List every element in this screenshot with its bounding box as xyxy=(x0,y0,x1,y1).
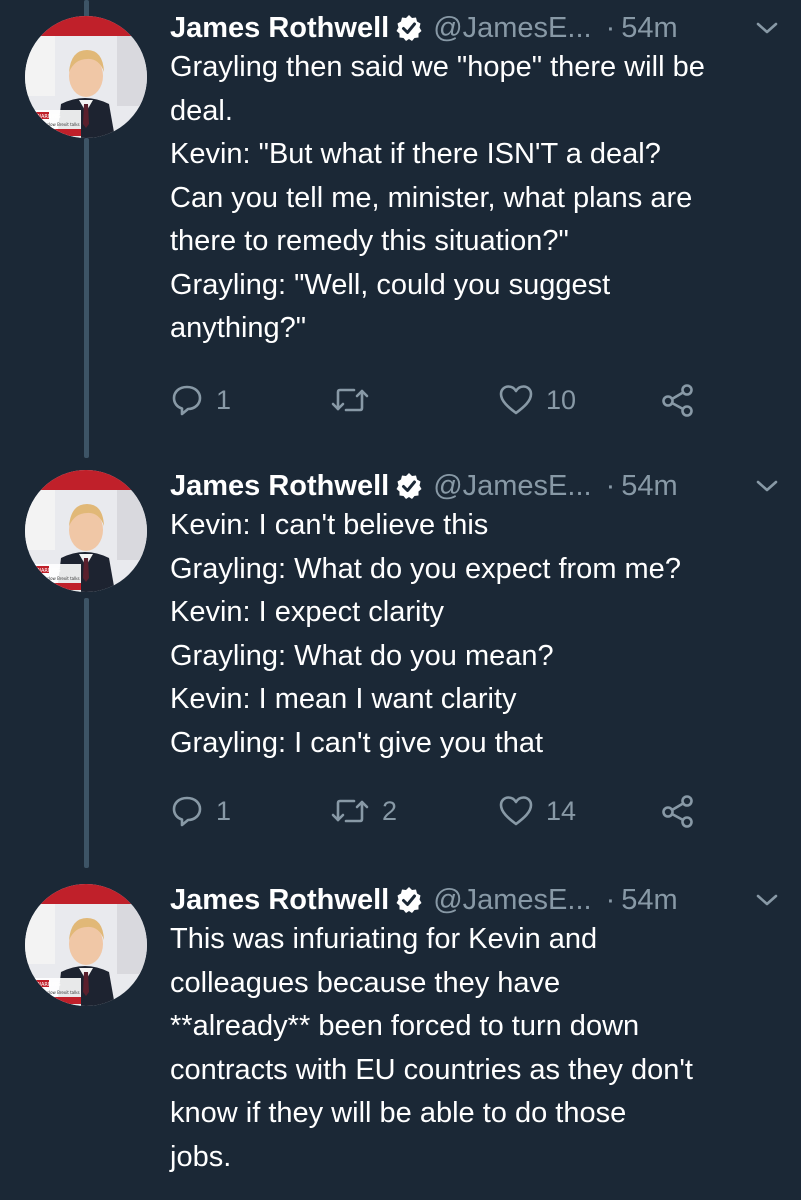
reply-icon xyxy=(172,796,202,827)
avatar-caption-3: ES & VIDEO xyxy=(27,131,50,136)
tweet-text-line: Grayling: "Well, could you suggest xyxy=(170,268,611,301)
tweet-text-line: Can you tell me, minister, what plans ar… xyxy=(170,181,693,214)
avatar-caption-1: AIL WARNING xyxy=(27,114,61,120)
tweet-text-line: there to remedy this situation?" xyxy=(170,225,569,257)
tweet-text-line: Grayling then said we "hope" there will … xyxy=(170,51,705,83)
timestamp[interactable]: 54m xyxy=(621,12,677,45)
separator-dot: · xyxy=(605,11,616,44)
chevron-down-icon[interactable] xyxy=(754,890,780,910)
author-name[interactable]: James Rothwell xyxy=(170,470,389,503)
verified-badge-icon xyxy=(396,473,422,499)
like-button[interactable]: 10 xyxy=(498,380,576,420)
avatar-caption-2: d up with slow Brexit talks xyxy=(27,576,80,581)
tweet-text-line: Kevin: "But what if there ISN'T a deal? xyxy=(170,138,661,170)
retweet-icon xyxy=(331,799,369,823)
retweet-count: 2 xyxy=(382,795,398,826)
tweet-text: Kevin: I can't believe this Grayling: Wh… xyxy=(170,504,785,765)
author-name[interactable]: James Rothwell xyxy=(170,884,389,917)
share-icon xyxy=(662,795,693,828)
avatar-caption-3: ES & VIDEO xyxy=(27,585,50,590)
retweet-button[interactable] xyxy=(330,380,382,420)
tweet-header: James Rothwell @JamesE... · 54m xyxy=(170,466,780,506)
reply-count: 1 xyxy=(216,384,232,415)
reply-icon xyxy=(172,385,202,416)
reply-count: 1 xyxy=(216,795,232,826)
tweet-actions: 1 2 14 xyxy=(170,791,730,831)
chevron-down-icon[interactable] xyxy=(754,476,780,496)
tweet-3[interactable]: AIL WARNING d up with slow Brexit talks … xyxy=(0,880,801,1200)
tweet-1[interactable]: AIL WARNING d up with slow Brexit talks … xyxy=(0,8,801,428)
like-count: 10 xyxy=(546,384,577,415)
retweet-icon xyxy=(331,388,369,412)
author-name[interactable]: James Rothwell xyxy=(170,12,389,45)
author-handle[interactable]: @JamesE... xyxy=(433,884,591,917)
tweet-text-line: Kevin: I mean I want clarity xyxy=(170,683,517,715)
tweet-text-line: jobs. xyxy=(170,1140,232,1173)
avatar-caption-2: d up with slow Brexit talks xyxy=(27,990,80,995)
like-count: 14 xyxy=(546,795,577,826)
author-handle[interactable]: @JamesE... xyxy=(433,470,591,503)
tweet-text-line: deal. xyxy=(170,94,233,127)
tweet-text-line: This was infuriating for Kevin and xyxy=(170,923,598,955)
avatar[interactable]: AIL WARNING d up with slow Brexit talks … xyxy=(25,16,147,138)
tweet-2[interactable]: AIL WARNING d up with slow Brexit talks … xyxy=(0,466,801,846)
reply-button[interactable]: 1 xyxy=(170,380,231,420)
timestamp[interactable]: 54m xyxy=(621,884,677,917)
tweet-text-line: Grayling: I can't give you that xyxy=(170,726,544,759)
avatar[interactable]: AIL WARNING d up with slow Brexit talks … xyxy=(25,470,147,592)
tweet-text-line: Grayling: What do you expect from me? xyxy=(170,552,681,585)
tweet-text-line: **already** been forced to turn down xyxy=(170,1010,640,1042)
tweet-text: This was infuriating for Kevin and colle… xyxy=(170,918,785,1179)
reply-button[interactable]: 1 xyxy=(170,791,231,831)
share-button[interactable] xyxy=(660,380,696,420)
tweet-header: James Rothwell @JamesE... · 54m xyxy=(170,8,780,48)
author-handle[interactable]: @JamesE... xyxy=(433,12,591,45)
retweet-button[interactable]: 2 xyxy=(330,791,397,831)
avatar-caption-3: ES & VIDEO xyxy=(27,999,50,1004)
tweet-text-line: anything?" xyxy=(170,312,307,344)
tweet-text-line: Kevin: I expect clarity xyxy=(170,596,444,628)
avatar-caption-1: AIL WARNING xyxy=(27,568,61,574)
avatar-caption-1: AIL WARNING xyxy=(27,982,61,988)
heart-icon xyxy=(499,385,533,415)
avatar[interactable]: AIL WARNING d up with slow Brexit talks … xyxy=(25,884,147,1006)
tweet-actions: 1 10 xyxy=(170,380,730,420)
tweet-header: James Rothwell @JamesE... · 54m xyxy=(170,880,780,920)
tweet-text: Grayling then said we "hope" there will … xyxy=(170,46,785,351)
tweet-text-line: Kevin: I can't believe this xyxy=(170,509,489,541)
verified-badge-icon xyxy=(396,15,422,41)
heart-icon xyxy=(499,796,533,826)
separator-dot: · xyxy=(605,469,616,502)
tweet-text-line: Grayling: What do you mean? xyxy=(170,639,554,672)
share-icon xyxy=(662,384,693,417)
timestamp[interactable]: 54m xyxy=(621,470,677,503)
tweet-text-line: contracts with EU countries as they don'… xyxy=(170,1053,693,1086)
verified-badge-icon xyxy=(396,887,422,913)
tweet-text-line: colleagues because they have xyxy=(170,966,561,999)
avatar-caption-2: d up with slow Brexit talks xyxy=(27,122,80,127)
tweet-text-line: know if they will be able to do those xyxy=(170,1097,627,1129)
like-button[interactable]: 14 xyxy=(498,791,576,831)
chevron-down-icon[interactable] xyxy=(754,18,780,38)
separator-dot: · xyxy=(605,883,616,916)
share-button[interactable] xyxy=(660,791,696,831)
